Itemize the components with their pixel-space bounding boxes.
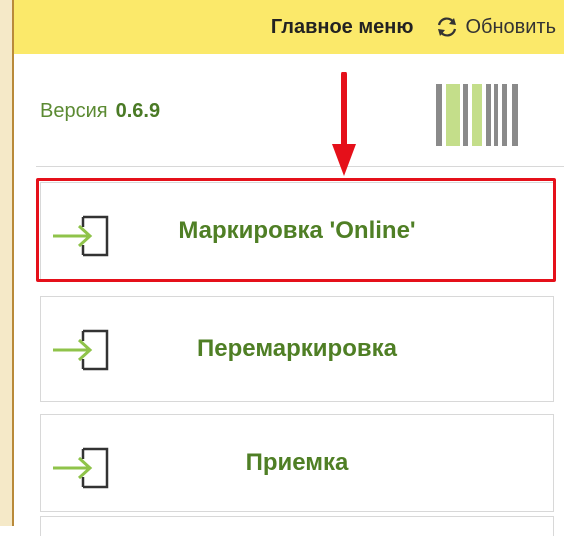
main-menu-title[interactable]: Главное меню [271, 16, 414, 39]
menu-item-partial[interactable] [40, 516, 554, 536]
menu-item-remarking[interactable]: Перемаркировка [40, 296, 554, 402]
header-divider [36, 166, 564, 167]
top-bar: Главное меню Обновить [14, 0, 564, 54]
menu-item-receiving[interactable]: Приемка [40, 414, 554, 512]
menu-item-label: Перемаркировка [197, 335, 397, 362]
window-frame-left [0, 0, 14, 526]
version-row: Версия 0.6.9 [40, 100, 160, 123]
refresh-icon [438, 17, 457, 37]
menu-item-label: Маркировка 'Online' [178, 217, 416, 244]
version-number: 0.6.9 [115, 100, 161, 122]
version-label: Версия [40, 100, 108, 122]
menu-item-label: Приемка [245, 449, 349, 476]
app-window: Главное меню Обновить Версия 0.6.9 Марки… [14, 0, 564, 536]
refresh-button[interactable]: Обновить [435, 16, 556, 39]
sign-in-icon [53, 215, 109, 257]
down-arrow-annotation [332, 72, 356, 176]
sign-in-icon [53, 447, 109, 489]
refresh-label: Обновить [465, 15, 556, 38]
menu-item-marking-online[interactable]: Маркировка 'Online' [40, 182, 554, 280]
sign-in-icon [53, 329, 109, 371]
barcode-icon [436, 84, 518, 146]
